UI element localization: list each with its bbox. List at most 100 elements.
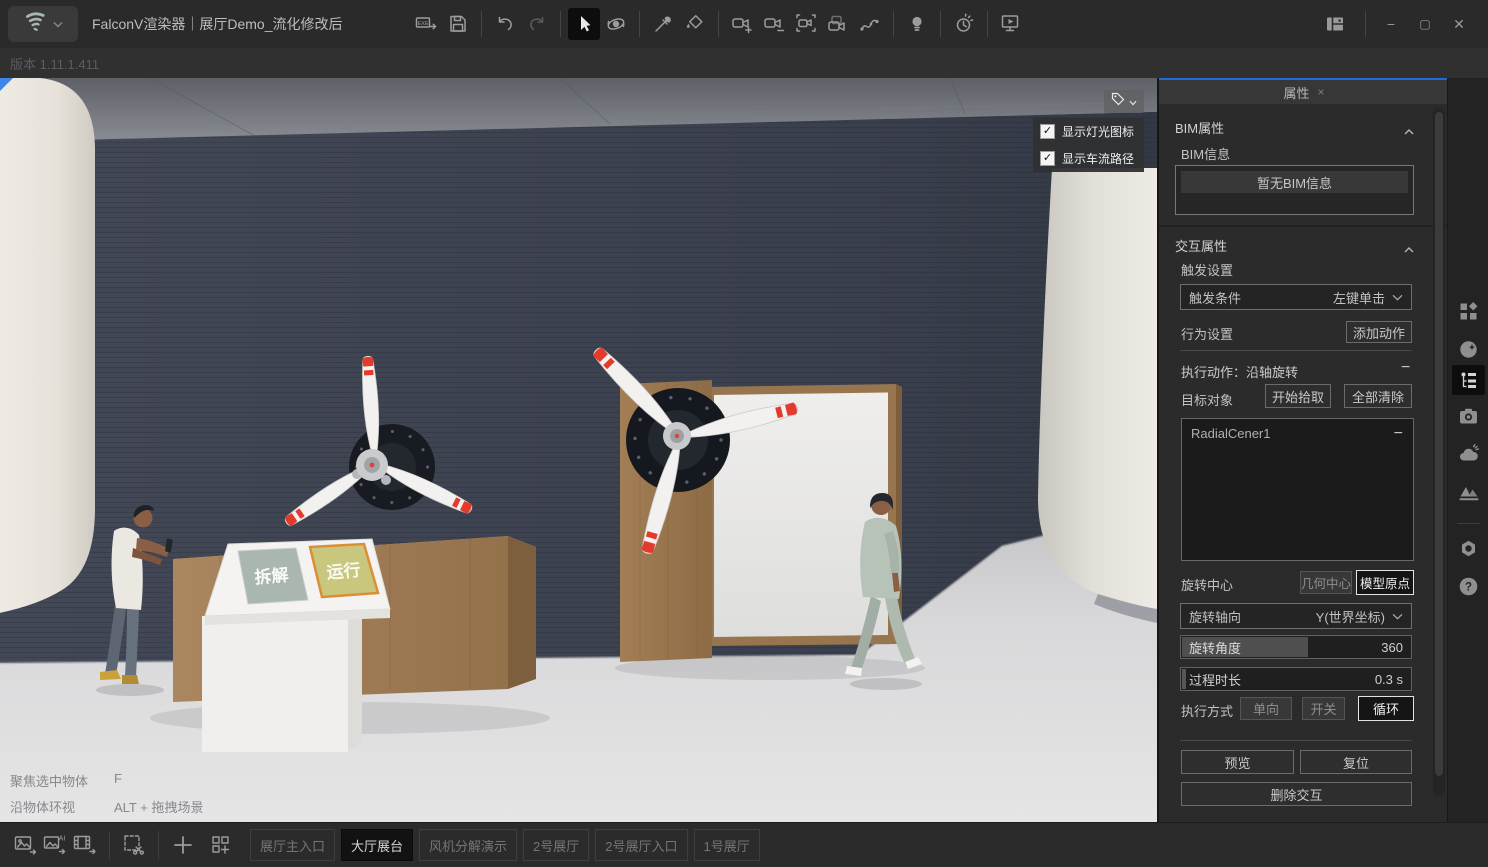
layout-toggle-icon[interactable]	[1319, 8, 1351, 40]
bottom-toolbar: AI 展厅主入口 大厅展台 风机分解演示 2号展厅 2号展厅入口 1号展厅	[0, 822, 1488, 867]
trigger-condition-value: 左键单击	[1333, 288, 1385, 307]
add-view-icon[interactable]	[168, 830, 198, 860]
left-column[interactable]	[0, 78, 95, 618]
main-toolbar: EXE	[410, 0, 1027, 48]
scrollbar-thumb[interactable]	[1435, 112, 1443, 776]
delete-interaction-button[interactable]: 删除交互	[1181, 782, 1412, 806]
remove-target-icon[interactable]: −	[1394, 428, 1403, 440]
viewport-scene: 拆解 运行	[0, 78, 1157, 822]
export-exe-icon[interactable]: EXE	[410, 8, 442, 40]
bim-empty-message: 暂无BIM信息	[1181, 171, 1408, 193]
target-list-item[interactable]: RadialCener1 −	[1182, 419, 1413, 441]
layout-add-icon[interactable]	[206, 830, 236, 860]
eyedropper-tool-icon[interactable]	[647, 8, 679, 40]
svg-text:EXE: EXE	[417, 21, 428, 27]
trigger-condition-dropdown[interactable]: 触发条件 左键单击	[1180, 284, 1412, 310]
chevron-down-icon	[1129, 93, 1137, 111]
svg-text:?: ?	[1465, 581, 1472, 593]
view-button-hall-2-entrance[interactable]: 2号展厅入口	[595, 829, 687, 861]
widgets-icon[interactable]	[1457, 300, 1480, 323]
add-action-button[interactable]: 添加动作	[1346, 321, 1412, 343]
undo-icon[interactable]	[489, 8, 521, 40]
redo-icon[interactable]	[521, 8, 553, 40]
divider	[1180, 740, 1412, 741]
time-of-day-icon[interactable]	[948, 8, 980, 40]
export-video-icon[interactable]	[70, 830, 100, 860]
panel-scrollbar[interactable]	[1433, 108, 1445, 796]
toolbar-divider	[560, 11, 561, 37]
camera-icon[interactable]	[1457, 405, 1480, 428]
view-button-hall-2[interactable]: 2号展厅	[523, 829, 589, 861]
duration-value: 0.3 s	[1375, 672, 1403, 687]
camera-remove-icon[interactable]	[758, 8, 790, 40]
toolbar-divider	[639, 11, 640, 37]
exhibit-disassemble-label[interactable]: 拆解	[254, 565, 290, 588]
duration-drag-fill	[1182, 669, 1186, 689]
view-button-hall-main-entrance[interactable]: 展厅主入口	[250, 829, 335, 861]
exec-mode-oneway-button[interactable]: 单向	[1240, 697, 1292, 720]
menu-item-show-traffic-paths[interactable]: ✓ 显示车流路径	[1033, 145, 1144, 172]
light-tool-icon[interactable]	[901, 8, 933, 40]
view-button-turbine-demo[interactable]: 风机分解演示	[419, 829, 517, 861]
crop-screenshot-icon[interactable]	[119, 830, 149, 860]
right-tool-rail: ?	[1447, 78, 1488, 822]
duration-field[interactable]: 过程时长 0.3 s	[1180, 667, 1412, 691]
chevron-down-icon	[1392, 294, 1403, 301]
tab-close-icon[interactable]: ×	[1318, 85, 1325, 99]
close-button[interactable]: ✕	[1442, 0, 1476, 48]
orbit-tool-icon[interactable]	[600, 8, 632, 40]
scene-tree-icon[interactable]	[1452, 365, 1485, 395]
view-button-hall-1[interactable]: 1号展厅	[694, 829, 760, 861]
maximize-button[interactable]: ▢	[1408, 0, 1442, 48]
tab-properties[interactable]: 属性 ×	[1159, 78, 1449, 104]
reset-button[interactable]: 复位	[1300, 750, 1412, 774]
camera-add-icon[interactable]	[726, 8, 758, 40]
rotation-axis-dropdown[interactable]: 旋转轴向 Y(世界坐标)	[1180, 603, 1412, 629]
camera-group-icon[interactable]	[822, 8, 854, 40]
collapse-action-icon[interactable]: −	[1401, 362, 1410, 374]
exec-mode-label: 执行方式	[1181, 701, 1233, 720]
export-image-icon[interactable]	[10, 830, 40, 860]
checkbox-checked-icon[interactable]: ✓	[1040, 124, 1055, 139]
terrain-icon[interactable]	[1457, 480, 1480, 503]
right-column[interactable]	[1038, 168, 1157, 609]
menu-item-label: 显示车流路径	[1062, 150, 1134, 167]
bottom-toolbar-divider	[158, 831, 159, 859]
action-title: 执行动作：沿轴旋转	[1181, 362, 1298, 381]
checkbox-checked-icon[interactable]: ✓	[1040, 151, 1055, 166]
path-tool-icon[interactable]	[854, 8, 886, 40]
exhibit-run-label[interactable]: 运行	[326, 560, 362, 583]
clear-all-button[interactable]: 全部清除	[1344, 384, 1412, 408]
tab-properties-label: 属性	[1283, 83, 1309, 102]
rotation-axis-value: Y(世界坐标)	[1316, 607, 1385, 626]
window-controls-divider	[1365, 11, 1366, 37]
viewport-3d[interactable]: 拆解 运行	[0, 78, 1157, 822]
rotation-angle-field[interactable]: 旋转角度 360	[1180, 635, 1412, 659]
help-icon[interactable]: ?	[1457, 575, 1480, 598]
rotation-center-origin-button[interactable]: 模型原点	[1356, 570, 1414, 595]
rotation-center-geometric-button[interactable]: 几何中心	[1300, 571, 1352, 594]
environment-weather-icon[interactable]	[1457, 442, 1480, 465]
window-controls: − ▢ ✕	[1319, 0, 1476, 48]
paint-tool-icon[interactable]	[679, 8, 711, 40]
camera-frame-icon[interactable]	[790, 8, 822, 40]
collapse-chevron-icon[interactable]	[1403, 123, 1415, 141]
collapse-chevron-icon[interactable]	[1403, 241, 1415, 259]
exhibit-control-stand[interactable]: 拆解 运行	[202, 539, 390, 752]
tag-visibility-button[interactable]	[1104, 90, 1144, 113]
presentation-icon[interactable]	[995, 8, 1027, 40]
preview-button[interactable]: 预览	[1181, 750, 1294, 774]
app-menu-button[interactable]	[8, 6, 78, 42]
select-tool-icon[interactable]	[568, 8, 600, 40]
save-icon[interactable]	[442, 8, 474, 40]
settings-nut-icon[interactable]	[1457, 538, 1480, 561]
rotation-center-label: 旋转中心	[1181, 575, 1233, 594]
exec-mode-toggle-button[interactable]: 开关	[1302, 697, 1345, 720]
export-image-ai-icon[interactable]: AI	[40, 830, 70, 860]
menu-item-show-light-icons[interactable]: ✓ 显示灯光图标	[1033, 118, 1144, 145]
minimize-button[interactable]: −	[1374, 0, 1408, 48]
material-sphere-icon[interactable]	[1457, 338, 1480, 361]
view-button-lobby-stage[interactable]: 大厅展台	[341, 829, 413, 861]
exec-mode-loop-button[interactable]: 循环	[1358, 696, 1414, 721]
start-pick-button[interactable]: 开始拾取	[1265, 384, 1331, 408]
